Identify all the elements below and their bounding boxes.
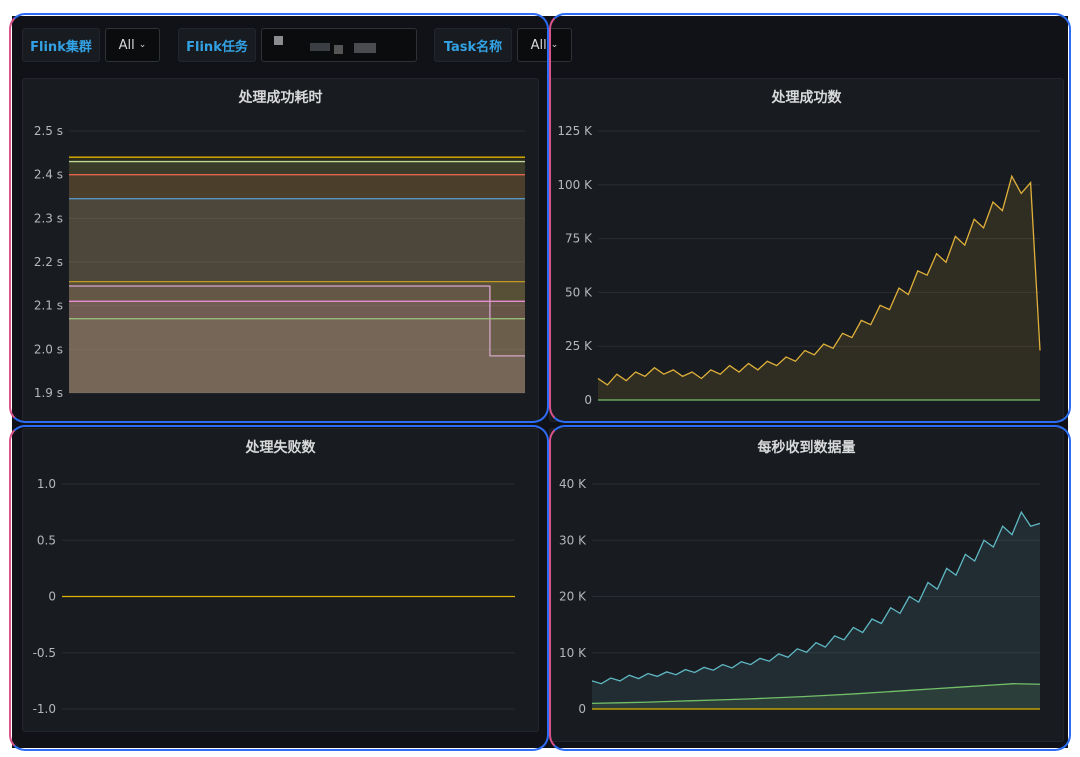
series-area xyxy=(598,176,1040,400)
y-tick-label: 2.2 s xyxy=(34,255,63,269)
y-tick-label: 40 K xyxy=(559,477,587,491)
series-area xyxy=(592,512,1040,709)
y-tick-label: 75 K xyxy=(565,232,593,246)
y-tick-label: 0 xyxy=(584,393,592,407)
charts-layer: 2.5 s 2.4 s 2.3 s 2.2 s 2.1 s 2.0 s 1.9 s 125 K… xyxy=(33,124,1041,716)
y-tick-label: 125 K xyxy=(557,124,593,138)
y-tick-label: 2.1 s xyxy=(34,299,63,313)
y-tick-label: 50 K xyxy=(565,285,593,299)
series-area xyxy=(69,318,525,393)
y-tick-label: 20 K xyxy=(559,590,587,604)
y-tick-label: 100 K xyxy=(557,178,593,192)
y-tick-label: 1.9 s xyxy=(34,386,63,400)
y-tick-label: 10 K xyxy=(559,646,587,660)
y-tick-label: 2.4 s xyxy=(34,168,63,182)
y-tick-label: 2.3 s xyxy=(34,211,63,225)
y-tick-label: 2.0 s xyxy=(34,342,63,356)
y-tick-label: 1.0 xyxy=(37,477,56,491)
y-tick-label: 0 xyxy=(48,590,56,604)
y-tick-label: -1.0 xyxy=(33,702,56,716)
y-tick-label: 0.5 xyxy=(37,533,56,547)
y-tick-label: 2.5 s xyxy=(34,124,63,138)
y-tick-label: -0.5 xyxy=(33,646,56,660)
y-tick-label: 30 K xyxy=(559,533,587,547)
y-tick-label: 25 K xyxy=(565,339,593,353)
y-tick-label: 0 xyxy=(578,702,586,716)
